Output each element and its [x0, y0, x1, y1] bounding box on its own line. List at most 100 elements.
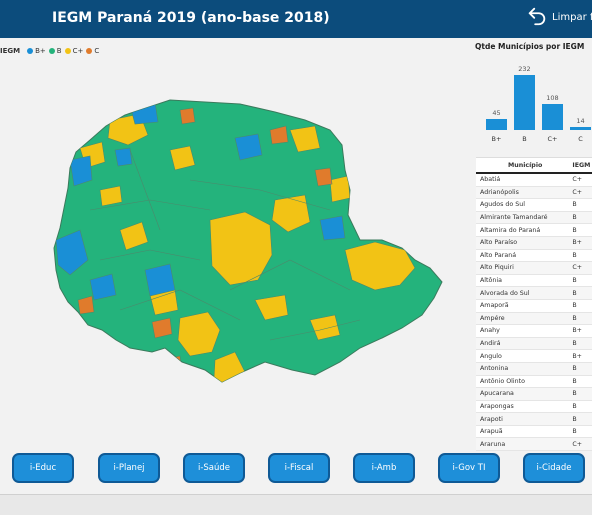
- table-row[interactable]: Alto PiquiriC+: [476, 262, 592, 275]
- iegm-cell: B: [570, 290, 592, 297]
- municipality-region[interactable]: [115, 148, 132, 166]
- i-cidade-button[interactable]: i-Cidade: [523, 453, 585, 483]
- legend-item-c[interactable]: C: [86, 47, 99, 55]
- iegm-cell: C+: [570, 176, 592, 183]
- i-fiscal-button[interactable]: i-Fiscal: [268, 453, 330, 483]
- municipio-cell: Agudos do Sul: [476, 201, 570, 208]
- i-educ-button[interactable]: i-Educ: [12, 453, 74, 483]
- table-row[interactable]: Alto ParaísoB+: [476, 237, 592, 250]
- legend-item-cplus[interactable]: C+: [65, 47, 84, 55]
- municipio-cell: Anahy: [476, 327, 570, 334]
- municipio-cell: Apucarana: [476, 390, 570, 397]
- iegm-cell: B: [570, 302, 592, 309]
- table-row[interactable]: Almirante TamandaréB: [476, 212, 592, 225]
- bar-c[interactable]: [570, 127, 591, 130]
- i-amb-button[interactable]: i-Amb: [353, 453, 415, 483]
- iegm-cell: B: [570, 227, 592, 234]
- municipio-cell: Alto Paraná: [476, 252, 570, 259]
- table-row[interactable]: AbatiáC+: [476, 174, 592, 187]
- iegm-cell: C+: [570, 264, 592, 271]
- municipio-cell: Alto Piquiri: [476, 264, 570, 271]
- iegm-cell: B: [570, 416, 592, 423]
- iegm-cell: B: [570, 378, 592, 385]
- reset-filters-label: Limpar filt: [552, 12, 592, 23]
- municipio-cell: Andirá: [476, 340, 570, 347]
- legend-swatch: [27, 48, 33, 54]
- i-planej-button[interactable]: i-Planej: [98, 453, 160, 483]
- bar-value-label: 232: [513, 65, 537, 73]
- municipio-cell: Abatiá: [476, 176, 570, 183]
- undo-arrow-icon: [526, 5, 548, 27]
- iegm-cell: B: [570, 214, 592, 221]
- municipality-region[interactable]: [330, 176, 350, 202]
- iegm-cell: B: [570, 390, 592, 397]
- parana-choropleth-map[interactable]: [30, 90, 450, 400]
- legend-swatch: [49, 48, 55, 54]
- legend-swatch: [86, 48, 92, 54]
- municipality-region[interactable]: [315, 168, 332, 186]
- header-bar: IEGM Paraná 2019 (ano-base 2018) Limpar …: [0, 0, 592, 38]
- municipality-region[interactable]: [235, 134, 262, 160]
- municipio-cell: Antonina: [476, 365, 570, 372]
- iegm-cell: B+: [570, 239, 592, 246]
- municipio-cell: Arapuã: [476, 428, 570, 435]
- municipality-region[interactable]: [320, 216, 345, 240]
- bar-b[interactable]: [514, 75, 535, 130]
- table-row[interactable]: ArapongasB: [476, 401, 592, 414]
- bar-value-label: 45: [485, 109, 509, 117]
- municipio-cell: Altamira do Paraná: [476, 227, 570, 234]
- table-row[interactable]: Alvorada do SulB: [476, 287, 592, 300]
- bar-category-label: C+: [541, 135, 565, 143]
- bar-value-label: 108: [541, 94, 565, 102]
- municipality-region[interactable]: [160, 356, 182, 376]
- column-header-iegm[interactable]: IEGM: [570, 162, 592, 169]
- reset-filters-button[interactable]: Limpar filt: [526, 5, 592, 27]
- municipio-cell: Altônia: [476, 277, 570, 284]
- legend-item-bplus[interactable]: B+: [27, 47, 46, 55]
- table-row[interactable]: AntoninaB: [476, 363, 592, 376]
- table-row[interactable]: ArapuãB: [476, 426, 592, 439]
- municipality-region[interactable]: [145, 264, 175, 296]
- table-row[interactable]: AndiráB: [476, 338, 592, 351]
- municipio-cell: Adrianópolis: [476, 189, 570, 196]
- i-saude-button[interactable]: i-Saúde: [183, 453, 245, 483]
- table-row[interactable]: ApucaranaB: [476, 388, 592, 401]
- municipio-cell: Amaporã: [476, 302, 570, 309]
- iegm-cell: B: [570, 365, 592, 372]
- table-row[interactable]: Antônio OlintoB: [476, 376, 592, 389]
- table-row[interactable]: AmpéreB: [476, 313, 592, 326]
- table-row[interactable]: AnahyB+: [476, 325, 592, 338]
- municipio-cell: Alto Paraíso: [476, 239, 570, 246]
- legend-swatch: [65, 48, 71, 54]
- table-row[interactable]: ArarunaC+: [476, 438, 592, 451]
- bar-bplus[interactable]: [486, 119, 507, 130]
- legend-title: IEGM: [0, 47, 20, 55]
- bar-chart-title: Qtde Municípios por IEGM: [475, 42, 584, 51]
- navigation-button-row: i-Educ i-Planej i-Saúde i-Fiscal i-Amb i…: [0, 453, 592, 487]
- iegm-cell: C+: [570, 189, 592, 196]
- municipio-cell: Arapongas: [476, 403, 570, 410]
- page-title: IEGM Paraná 2019 (ano-base 2018): [52, 10, 330, 26]
- iegm-cell: C+: [570, 441, 592, 448]
- table-row[interactable]: ÂnguloB+: [476, 350, 592, 363]
- table-row[interactable]: Alto ParanáB: [476, 250, 592, 263]
- bar-cplus[interactable]: [542, 104, 563, 130]
- table-row[interactable]: Agudos do SulB: [476, 199, 592, 212]
- i-gov-ti-button[interactable]: i-Gov TI: [438, 453, 500, 483]
- column-header-municipio[interactable]: Município: [476, 162, 570, 169]
- municipality-region[interactable]: [180, 108, 195, 124]
- iegm-cell: B: [570, 403, 592, 410]
- table-row[interactable]: Altamira do ParanáB: [476, 224, 592, 237]
- iegm-cell: B: [570, 277, 592, 284]
- table-row[interactable]: AdrianópolisC+: [476, 187, 592, 200]
- legend-item-b[interactable]: B: [49, 47, 62, 55]
- iegm-count-bar-chart: 45B+232B108C+14C: [482, 60, 592, 145]
- municipio-cell: Alvorada do Sul: [476, 290, 570, 297]
- table-row[interactable]: AltôniaB: [476, 275, 592, 288]
- iegm-cell: B: [570, 201, 592, 208]
- table-row[interactable]: ArapotiB: [476, 413, 592, 426]
- table-row[interactable]: AmaporãB: [476, 300, 592, 313]
- municipio-cell: Arapoti: [476, 416, 570, 423]
- municipio-cell: Ampére: [476, 315, 570, 322]
- municipio-cell: Ângulo: [476, 353, 570, 360]
